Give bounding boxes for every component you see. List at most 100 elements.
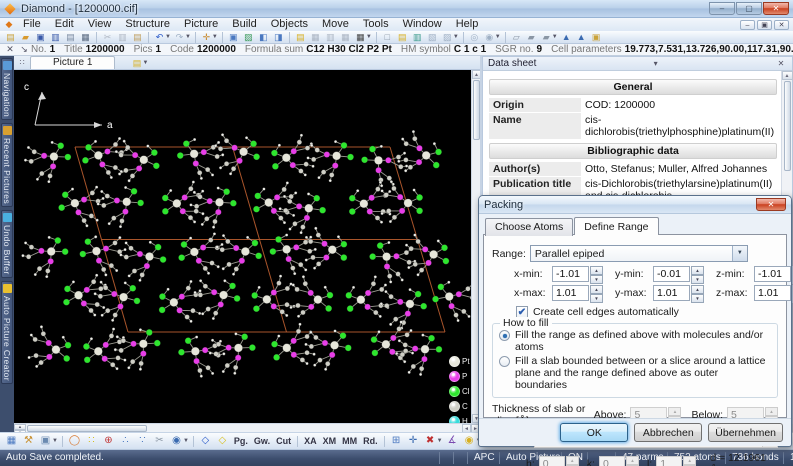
mdi-restore-button[interactable]: ▣: [757, 19, 772, 30]
measure-icon[interactable]: ∡: [444, 433, 461, 449]
blank-picture-icon[interactable]: □: [380, 31, 395, 44]
scroll-thumb[interactable]: [473, 80, 480, 140]
l-input[interactable]: [656, 456, 683, 466]
menu-file[interactable]: File: [16, 18, 48, 31]
spinner[interactable]: ▲▼: [590, 266, 603, 284]
menu-structure[interactable]: Structure: [118, 18, 177, 31]
copy-icon[interactable]: ▥: [115, 31, 130, 44]
goto-icon[interactable]: ↘: [17, 44, 31, 55]
distances-icon[interactable]: ▦: [308, 31, 323, 44]
dialog-tab-choose-atoms[interactable]: Choose Atoms: [485, 218, 574, 236]
close-structure-icon[interactable]: ✕: [3, 44, 17, 55]
histogram-icon[interactable]: ▲: [574, 31, 589, 44]
new-picture-tab-button[interactable]: ▤ ▼: [129, 57, 149, 69]
menu-objects[interactable]: Objects: [264, 18, 315, 31]
minimize-button[interactable]: –: [709, 2, 735, 15]
chevron-down-icon[interactable]: ▼: [183, 438, 189, 444]
maximize-button[interactable]: ▢: [736, 2, 762, 15]
tracking-icon[interactable]: ▤: [293, 31, 308, 44]
title-bar[interactable]: Diamond - [1200000.cif] – ▢ ✕: [0, 0, 793, 18]
tab-list-icon[interactable]: ∷: [14, 57, 30, 69]
ring-blue-icon[interactable]: ◇: [197, 433, 214, 449]
grow-text-button[interactable]: Gw.: [251, 436, 273, 446]
panel-close-icon[interactable]: ✕: [775, 59, 787, 68]
menu-window[interactable]: Window: [396, 18, 449, 31]
cell-edges-icon[interactable]: ⊞: [388, 433, 405, 449]
view-report-icon[interactable]: ◨: [271, 31, 286, 44]
save-icon[interactable]: ▣: [33, 31, 48, 44]
layout-icon[interactable]: ▧: [425, 31, 440, 44]
x-min-input[interactable]: [552, 266, 589, 282]
range-combobox[interactable]: Parallel epiped ▼: [529, 245, 748, 262]
xa-text-button[interactable]: XA: [301, 436, 320, 446]
sidebar-tab-undo-buffer[interactable]: Undo Buffer: [1, 210, 13, 278]
h-input[interactable]: [538, 456, 565, 466]
print-icon[interactable]: ▦: [78, 31, 93, 44]
packing-range-icon[interactable]: ∷: [83, 433, 100, 449]
z-min-input[interactable]: [754, 266, 791, 282]
dialog-title-bar[interactable]: Packing ✕: [479, 196, 791, 214]
fill-range-radio[interactable]: Fill the range as defined above with mol…: [499, 329, 771, 353]
structure-canvas[interactable]: ac Pt P Cl C H: [14, 70, 471, 427]
complete-fragment-icon[interactable]: ∵: [134, 433, 151, 449]
spinner[interactable]: ▲▼: [691, 285, 704, 303]
create-cell-edges-checkbox[interactable]: ✔ Create cell edges automatically: [516, 306, 778, 318]
k-spinner[interactable]: ▲▼: [625, 456, 639, 466]
canvas-horizontal-scrollbar[interactable]: ▲▼ ◄ ►: [14, 423, 480, 436]
sidebar-tab-navigation[interactable]: Navigation: [1, 58, 13, 121]
y-min-input[interactable]: [653, 266, 690, 282]
tab-picture-1[interactable]: Picture 1: [30, 56, 116, 69]
mm-text-button[interactable]: MM: [339, 436, 360, 446]
spin-down-icon[interactable]: ▼: [691, 294, 704, 303]
save-all-icon[interactable]: ▥: [48, 31, 63, 44]
props-icon[interactable]: ▣: [589, 31, 604, 44]
dialog-close-button[interactable]: ✕: [756, 198, 786, 211]
fill-cell-icon[interactable]: ◯: [66, 433, 83, 449]
view-structure-icon[interactable]: ▣: [226, 31, 241, 44]
sidebar-tab-recent-pictures[interactable]: Recent Pictures: [1, 123, 13, 208]
spin-up-icon[interactable]: ▲: [691, 285, 704, 294]
cut-text-button[interactable]: Cut: [273, 436, 294, 446]
packing-text-button[interactable]: Pg.: [231, 436, 251, 446]
x-max-input[interactable]: [552, 285, 589, 301]
chevron-down-icon[interactable]: ▼: [552, 34, 558, 40]
torsions-icon[interactable]: ▦: [338, 31, 353, 44]
chevron-down-icon[interactable]: ▼: [212, 34, 218, 40]
ok-button[interactable]: OK: [560, 423, 629, 442]
add-atom-icon[interactable]: ⊕: [100, 433, 117, 449]
zoom-icon[interactable]: ◎: [467, 31, 482, 44]
spin-up-icon[interactable]: ▲: [590, 285, 603, 294]
cell-icon[interactable]: ▱: [509, 31, 524, 44]
menu-view[interactable]: View: [81, 18, 119, 31]
paste-icon[interactable]: ▤: [130, 31, 145, 44]
scroll-up-icon[interactable]: ▲: [781, 71, 793, 80]
sidebar-tab-auto-picture-creator[interactable]: Auto Picture Creator: [1, 280, 13, 384]
chart-icon[interactable]: ▲: [559, 31, 574, 44]
chevron-down-icon[interactable]: ▼: [366, 34, 372, 40]
new-file-icon[interactable]: ▤: [3, 31, 18, 44]
scroll-thumb[interactable]: [783, 81, 791, 171]
view-data-icon[interactable]: ◧: [256, 31, 271, 44]
open-file-icon[interactable]: ▰: [18, 31, 33, 44]
spin-down-icon[interactable]: ▼: [590, 294, 603, 303]
spin-down-icon[interactable]: ▼: [590, 275, 603, 284]
chevron-down-icon[interactable]: ▼: [165, 34, 171, 40]
fill-slab-radio[interactable]: Fill a slab bounded between or a slice a…: [499, 355, 771, 391]
new-picture-icon[interactable]: ▤: [395, 31, 410, 44]
table-edit-icon[interactable]: ▦: [3, 433, 20, 449]
menu-build[interactable]: Build: [225, 18, 263, 31]
spinner[interactable]: ▲▼: [590, 285, 603, 303]
print-preview-icon[interactable]: ▤: [63, 31, 78, 44]
chevron-down-icon[interactable]: ▼: [437, 438, 443, 444]
spin-up-icon[interactable]: ▲: [691, 266, 704, 275]
mdi-close-button[interactable]: ✕: [774, 19, 789, 30]
broken-bonds-icon[interactable]: ✂: [151, 433, 168, 449]
spin-down-icon[interactable]: ▼: [691, 275, 704, 284]
cut-icon[interactable]: ✂: [100, 31, 115, 44]
scroll-thumb[interactable]: [27, 424, 147, 432]
menu-help[interactable]: Help: [449, 18, 486, 31]
chevron-down-icon[interactable]: ▼: [453, 34, 459, 40]
mdi-minimize-button[interactable]: –: [740, 19, 755, 30]
plane-icon[interactable]: ▰: [524, 31, 539, 44]
menu-move[interactable]: Move: [315, 18, 356, 31]
